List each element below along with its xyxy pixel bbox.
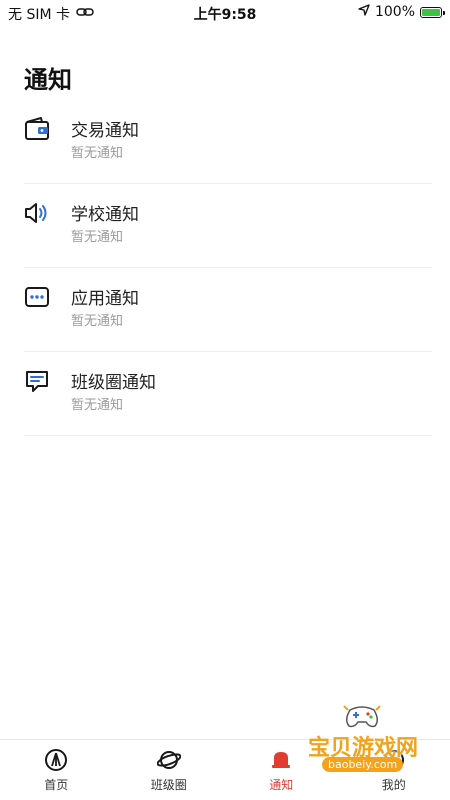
notification-subtitle: 暂无通知: [71, 230, 124, 245]
bell-icon: [269, 748, 293, 772]
notification-subtitle: 暂无通知: [71, 398, 124, 413]
home-icon: [44, 748, 68, 772]
status-bar: 无 SIM 卡 上午9:58 100%: [0, 0, 450, 26]
location-arrow-icon: [358, 4, 370, 20]
tab-home[interactable]: 首页: [0, 740, 113, 800]
tab-label: 班级圈: [150, 778, 187, 792]
battery-level-fill: [422, 8, 440, 16]
chat-bubble-icon: [24, 368, 50, 394]
speaker-icon: [24, 200, 50, 226]
notification-subtitle: 暂无通知: [71, 314, 124, 329]
notification-item-class-circle[interactable]: 班级圈通知 暂无通知: [24, 352, 432, 436]
tab-label: 首页: [44, 778, 69, 792]
tab-class-circle[interactable]: 班级圈: [113, 740, 226, 800]
battery-icon: [420, 6, 445, 18]
notification-title: 交易通知: [71, 121, 139, 141]
watermark-url: baobeiy.com: [322, 757, 404, 772]
notification-list: 交易通知 暂无通知 学校通知 暂无通知 应用通知 暂无通知 班级圈通知 暂无通知: [24, 100, 432, 436]
notification-item-application[interactable]: 应用通知 暂无通知: [24, 268, 432, 352]
battery-percent: 100%: [374, 4, 415, 20]
notification-title: 学校通知: [71, 205, 139, 225]
app-dots-icon: [24, 284, 50, 310]
notification-item-transaction[interactable]: 交易通知 暂无通知: [24, 100, 432, 184]
status-right: 100%: [358, 4, 445, 20]
page-title: 通知: [24, 66, 72, 94]
notification-title: 班级圈通知: [71, 373, 156, 393]
planet-icon: [156, 748, 182, 772]
notification-subtitle: 暂无通知: [71, 146, 124, 161]
notification-title: 应用通知: [71, 289, 139, 309]
wallet-icon: [24, 116, 50, 142]
watermark: 宝贝游戏网 baobeiy.com: [308, 700, 418, 780]
notifications-screen: 无 SIM 卡 上午9:58 100% 通知 交易通知 暂无通知 学校通知 暂无…: [0, 0, 450, 800]
notification-item-school[interactable]: 学校通知 暂无通知: [24, 184, 432, 268]
